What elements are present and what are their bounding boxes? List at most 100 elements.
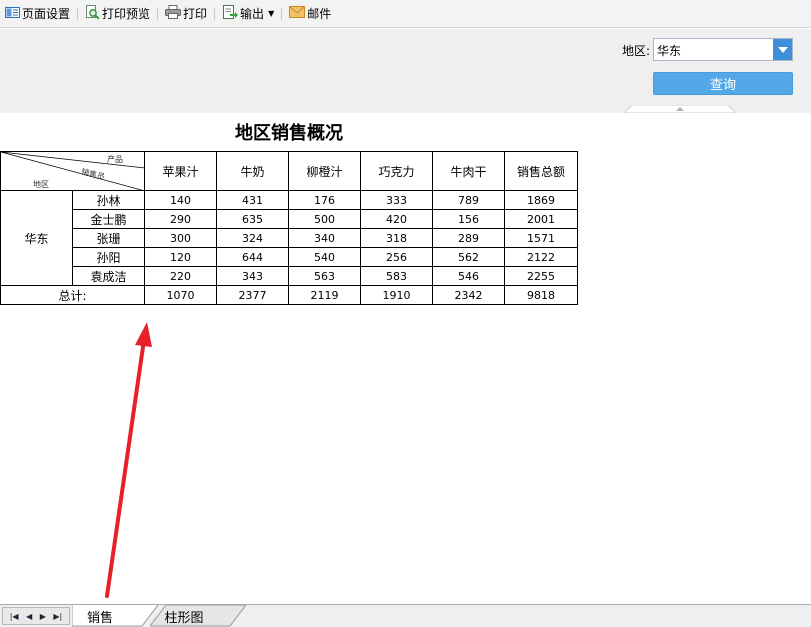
salesperson-cell: 张珊 (72, 228, 145, 248)
value-cell: 290 (144, 209, 217, 229)
value-cell: 300 (144, 228, 217, 248)
total-row: 总计: 1070 2377 2119 1910 2342 9818 (0, 285, 578, 305)
value-cell: 540 (288, 247, 361, 267)
salesperson-cell: 袁成洁 (72, 266, 145, 286)
header-product-label: 产品 (107, 155, 123, 164)
mail-button[interactable]: 邮件 (286, 3, 334, 25)
column-header: 巧克力 (360, 151, 433, 191)
sheet-navigation: |◀ ◀ ▶ ▶| (2, 607, 70, 625)
value-cell: 635 (216, 209, 289, 229)
previous-sheet-icon[interactable]: ◀ (26, 612, 32, 621)
chevron-down-icon (777, 46, 788, 53)
region-select[interactable]: 华东 (653, 38, 793, 61)
diagonal-lines (1, 152, 145, 191)
region-cell: 华东 (0, 190, 73, 286)
export-button[interactable]: 输出 ▼ (219, 3, 277, 25)
salesperson-cell: 孙阳 (72, 247, 145, 267)
value-cell: 289 (432, 228, 505, 248)
sheet-tab-bar: |◀ ◀ ▶ ▶| 销售 柱形图 (0, 604, 811, 627)
toolbar-divider (281, 7, 283, 20)
page-setup-icon (5, 6, 20, 22)
print-preview-button[interactable]: 打印预览 (82, 3, 153, 25)
value-cell: 420 (360, 209, 433, 229)
parameter-pane: 地区: 华东 查询 (0, 29, 811, 113)
sheet-tab-bar-chart[interactable]: 柱形图 (150, 605, 246, 627)
mail-icon (289, 6, 306, 21)
header-row: 产品 销售员 地区 苹果汁 牛奶 柳橙汁 巧克力 牛肉干 销售总额 (0, 151, 578, 191)
toolbar-divider (214, 7, 216, 20)
value-cell: 140 (144, 190, 217, 210)
toolbar-divider (157, 7, 159, 20)
value-cell: 1869 (504, 190, 578, 210)
value-cell: 500 (288, 209, 361, 229)
region-select-dropdown-button[interactable] (773, 39, 792, 60)
total-cell: 1070 (144, 285, 217, 305)
collapse-pane-tab[interactable] (624, 105, 736, 113)
column-header: 柳橙汁 (288, 151, 361, 191)
toolbar-divider (77, 7, 79, 20)
first-sheet-icon[interactable]: |◀ (10, 612, 19, 621)
total-cell: 2377 (216, 285, 289, 305)
print-button[interactable]: 打印 (162, 3, 210, 25)
diagonal-header-cell: 产品 销售员 地区 (0, 151, 145, 191)
table-row: 华东 孙林 140 431 176 333 789 1869 (0, 190, 578, 286)
value-cell: 220 (144, 266, 217, 286)
report-viewer: 页面设置 打印预览 打印 输出 ▼ 邮件 地区: 华东 查询 地区销售概况 产品… (0, 0, 811, 627)
value-cell: 324 (216, 228, 289, 248)
value-cell: 583 (360, 266, 433, 286)
salesperson-cell: 孙林 (72, 190, 145, 210)
total-label: 总计: (0, 285, 145, 305)
salesperson-cell: 金士鹏 (72, 209, 145, 229)
value-cell: 318 (360, 228, 433, 248)
last-sheet-icon[interactable]: ▶| (53, 612, 62, 621)
column-header: 牛肉干 (432, 151, 505, 191)
sheet-tab-sales[interactable]: 销售 (72, 605, 158, 627)
export-icon (222, 4, 239, 23)
value-cell: 343 (216, 266, 289, 286)
value-cell: 120 (144, 247, 217, 267)
total-cell: 2119 (288, 285, 361, 305)
value-cell: 431 (216, 190, 289, 210)
value-cell: 2255 (504, 266, 578, 286)
print-preview-icon (85, 4, 100, 23)
value-cell: 156 (432, 209, 505, 229)
value-cell: 333 (360, 190, 433, 210)
sales-report-table: 产品 销售员 地区 苹果汁 牛奶 柳橙汁 巧克力 牛肉干 销售总额 华东 孙林 … (0, 151, 578, 305)
sheet-tab-label: 销售 (86, 610, 113, 626)
total-cell: 9818 (504, 285, 578, 305)
table-row: 孙阳 120 644 540 256 562 2122 (1, 247, 578, 267)
page-setup-label: 页面设置 (22, 7, 71, 21)
value-cell: 644 (216, 247, 289, 267)
dropdown-arrow-icon: ▼ (268, 9, 275, 18)
value-cell: 562 (432, 247, 505, 267)
query-button[interactable]: 查询 (653, 72, 793, 95)
total-cell: 2342 (432, 285, 505, 305)
value-cell: 2001 (504, 209, 578, 229)
sheet-tab-shape (72, 605, 158, 627)
sheet-tab-label: 柱形图 (164, 610, 204, 626)
report-title: 地区销售概况 (235, 123, 343, 144)
value-cell: 176 (288, 190, 361, 210)
header-region-label: 地区 (33, 180, 49, 189)
value-cell: 1571 (504, 228, 578, 248)
table-row: 张珊 300 324 340 318 289 1571 (1, 228, 578, 248)
value-cell: 546 (432, 266, 505, 286)
column-header: 牛奶 (216, 151, 289, 191)
page-setup-button[interactable]: 页面设置 (2, 3, 73, 25)
export-label: 输出 (240, 7, 265, 21)
value-cell: 256 (360, 247, 433, 267)
column-header: 苹果汁 (144, 151, 217, 191)
table-row: 袁成洁 220 343 563 583 546 2255 (1, 266, 578, 286)
column-header: 销售总额 (504, 151, 578, 191)
value-cell: 340 (288, 228, 361, 248)
mail-label: 邮件 (307, 7, 332, 21)
value-cell: 563 (288, 266, 361, 286)
region-label: 地区: (622, 44, 651, 58)
value-cell: 789 (432, 190, 505, 210)
toolbar: 页面设置 打印预览 打印 输出 ▼ 邮件 (0, 0, 811, 28)
next-sheet-icon[interactable]: ▶ (40, 612, 46, 621)
print-label: 打印 (183, 7, 208, 21)
value-cell: 2122 (504, 247, 578, 267)
print-preview-label: 打印预览 (102, 7, 151, 21)
printer-icon (165, 5, 182, 22)
